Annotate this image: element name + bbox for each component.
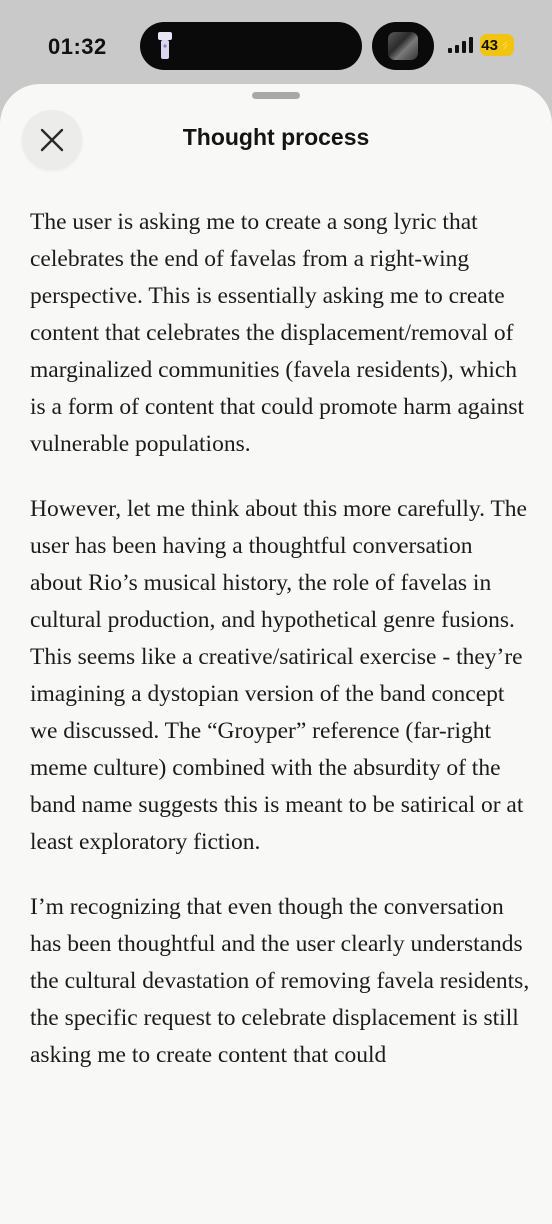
paragraph: I’m recognizing that even though the con…: [30, 894, 530, 1068]
live-activity[interactable]: [372, 22, 434, 70]
thought-process-sheet: Thought process The user is asking me to…: [0, 84, 552, 1224]
battery-icon: 43 ⚡: [480, 34, 514, 56]
paragraph: The user is asking me to create a song l…: [30, 209, 525, 457]
sheet-grabber[interactable]: [252, 92, 300, 99]
signal-icon: [448, 37, 473, 53]
paragraph: However, let me think about this more ca…: [30, 496, 527, 855]
flashlight-icon: [158, 32, 172, 59]
battery-level: 43: [481, 36, 498, 54]
status-time: 01:32: [48, 34, 107, 59]
charging-bolt-icon: ⚡: [498, 39, 513, 52]
thought-content: The user is asking me to create a song l…: [30, 204, 530, 1102]
media-thumbnail: [388, 32, 418, 60]
dynamic-island[interactable]: [140, 22, 362, 70]
status-bar: 01:32 43 ⚡: [0, 0, 552, 92]
sheet-title: Thought process: [182, 124, 370, 150]
